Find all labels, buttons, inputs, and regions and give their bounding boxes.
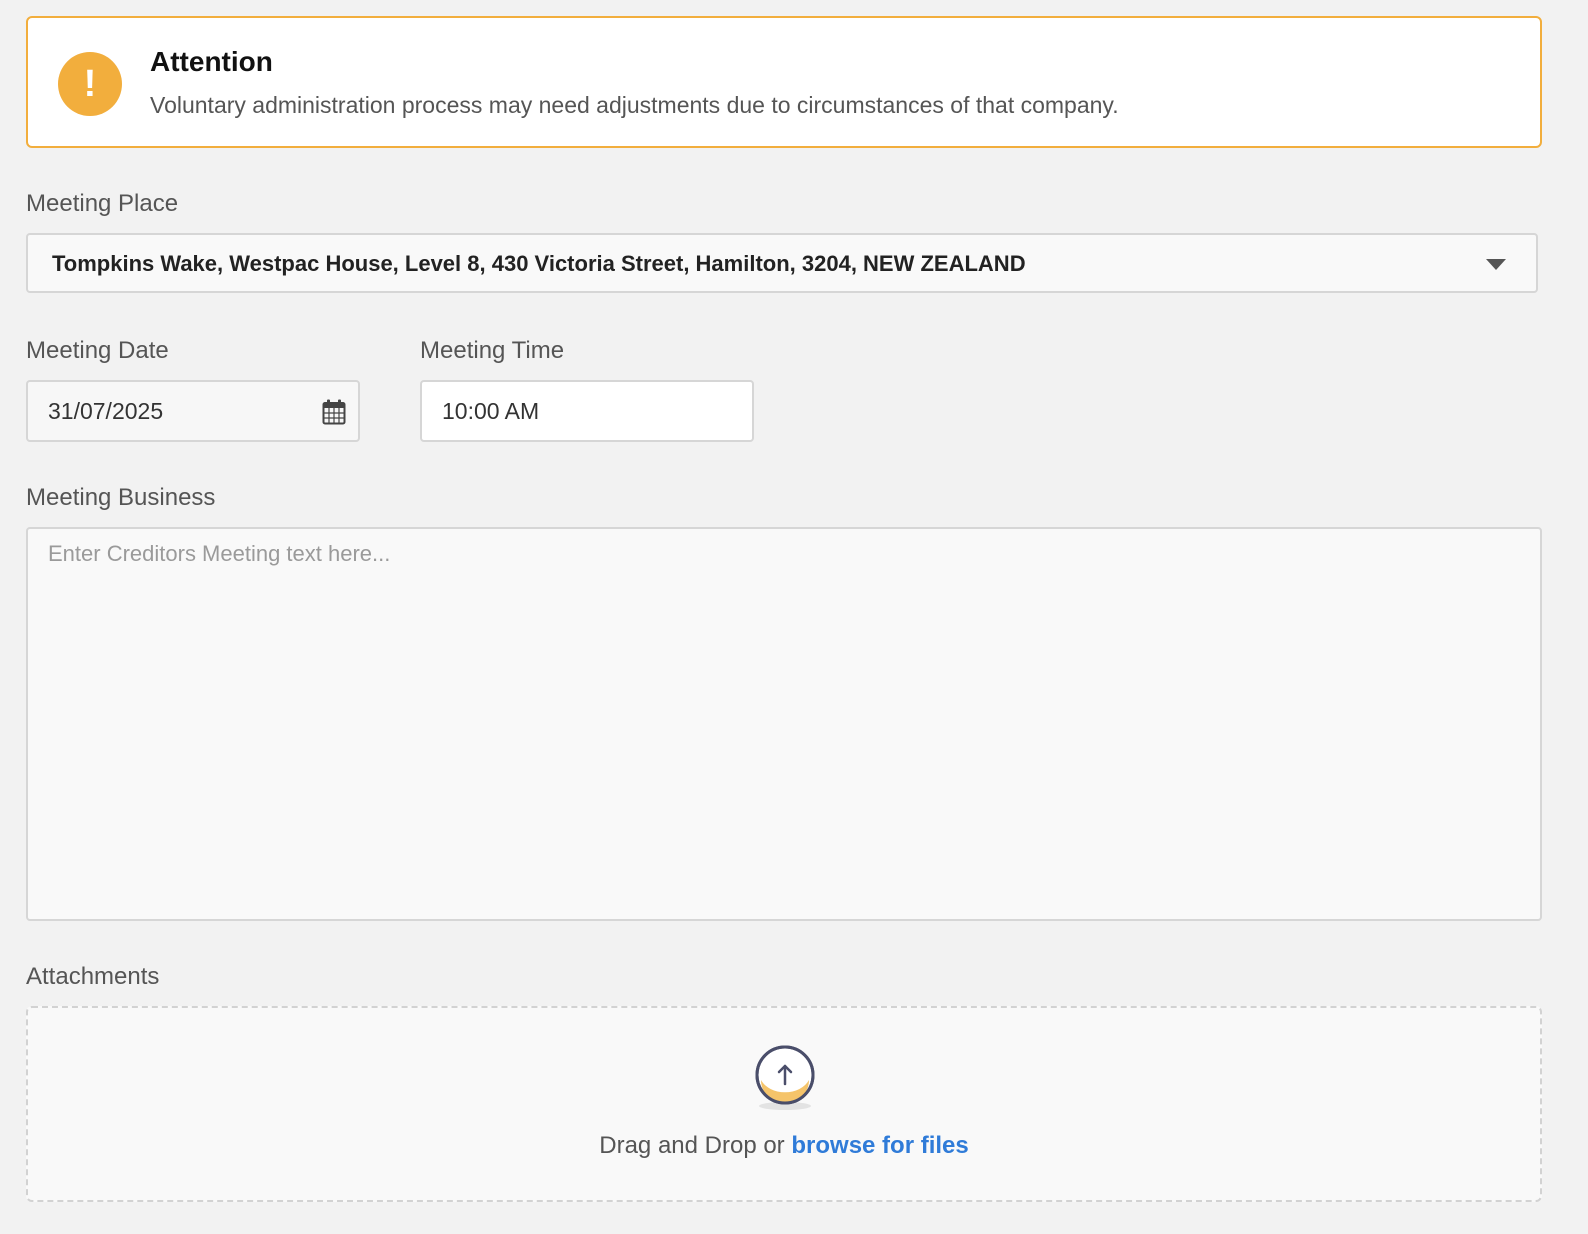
meeting-time-label: Meeting Time	[420, 337, 565, 364]
drag-drop-text: Drag and Drop or	[599, 1132, 785, 1159]
meeting-date-label: Meeting Date	[26, 337, 169, 364]
meeting-date-field[interactable]: 31/07/2025	[26, 380, 360, 442]
meeting-place-value: Tompkins Wake, Westpac House, Level 8, 4…	[52, 251, 1026, 276]
exclamation-icon: !	[58, 52, 122, 116]
meeting-business-textarea[interactable]: Enter Creditors Meeting text here...	[26, 527, 1542, 921]
meeting-place-label: Meeting Place	[26, 190, 179, 217]
attachments-dropzone[interactable]: Drag and Drop or browse for files	[26, 1006, 1542, 1202]
alert-message: Voluntary administration process may nee…	[150, 92, 1119, 118]
meeting-place-select[interactable]: Tompkins Wake, Westpac House, Level 8, 4…	[26, 233, 1538, 293]
meeting-business-label: Meeting Business	[26, 484, 216, 511]
meeting-time-value: 10:00 AM	[442, 398, 540, 424]
browse-files-link[interactable]: browse for files	[791, 1132, 968, 1159]
meeting-time-field[interactable]: 10:00 AM	[420, 380, 754, 442]
drop-text: Drag and Drop or browse for files	[28, 1132, 1540, 1160]
attachments-label: Attachments	[26, 963, 160, 990]
meeting-date-value: 31/07/2025	[48, 398, 164, 424]
meeting-form: ! Attention Voluntary administration pro…	[0, 0, 1588, 1234]
attention-alert: ! Attention Voluntary administration pro…	[26, 16, 1542, 148]
upload-icon	[755, 1045, 815, 1110]
alert-title: Attention	[150, 46, 273, 77]
calendar-icon[interactable]	[322, 399, 346, 425]
chevron-down-icon[interactable]	[1486, 259, 1506, 270]
meeting-business-placeholder: Enter Creditors Meeting text here...	[48, 541, 391, 566]
